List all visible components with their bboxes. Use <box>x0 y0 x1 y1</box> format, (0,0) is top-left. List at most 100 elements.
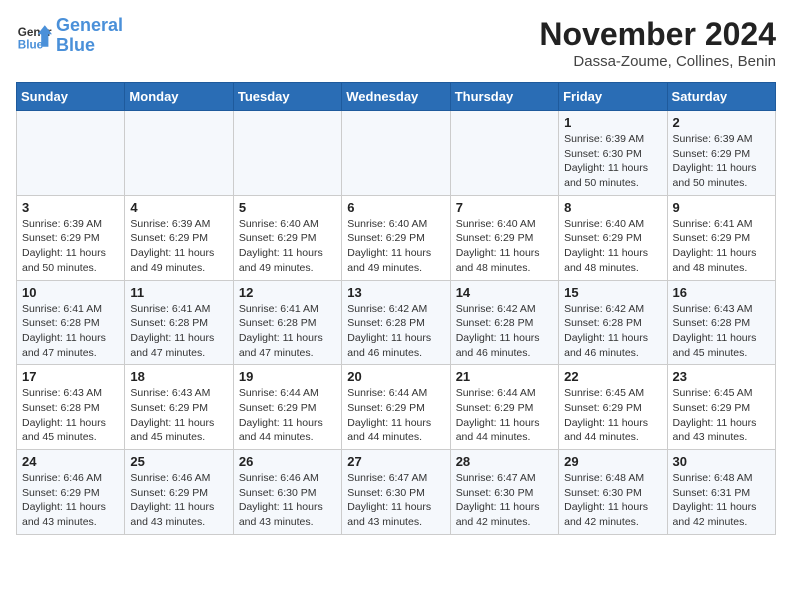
day-info: Sunrise: 6:40 AM Sunset: 6:29 PM Dayligh… <box>347 217 444 276</box>
calendar-cell: 18 Sunrise: 6:43 AM Sunset: 6:29 PM Dayli… <box>125 365 233 450</box>
day-number: 26 <box>239 454 336 469</box>
weekday-header-saturday: Saturday <box>667 83 775 111</box>
day-info: Sunrise: 6:45 AM Sunset: 6:29 PM Dayligh… <box>673 386 770 445</box>
svg-text:Blue: Blue <box>18 38 44 51</box>
day-number: 4 <box>130 200 227 215</box>
logo-icon: General Blue <box>16 18 52 54</box>
day-info: Sunrise: 6:43 AM Sunset: 6:29 PM Dayligh… <box>130 386 227 445</box>
calendar-cell: 9 Sunrise: 6:41 AM Sunset: 6:29 PM Daylig… <box>667 195 775 280</box>
day-number: 18 <box>130 369 227 384</box>
logo-text: General Blue <box>56 16 123 56</box>
calendar-table: SundayMondayTuesdayWednesdayThursdayFrid… <box>16 82 776 535</box>
day-info: Sunrise: 6:40 AM Sunset: 6:29 PM Dayligh… <box>564 217 661 276</box>
day-info: Sunrise: 6:48 AM Sunset: 6:31 PM Dayligh… <box>673 471 770 530</box>
logo-line1: General <box>56 15 123 35</box>
calendar-cell: 2 Sunrise: 6:39 AM Sunset: 6:29 PM Daylig… <box>667 111 775 196</box>
day-info: Sunrise: 6:42 AM Sunset: 6:28 PM Dayligh… <box>347 302 444 361</box>
day-number: 28 <box>456 454 553 469</box>
subtitle: Dassa-Zoume, Collines, Benin <box>539 53 776 70</box>
calendar-cell: 14 Sunrise: 6:42 AM Sunset: 6:28 PM Dayli… <box>450 280 558 365</box>
day-number: 30 <box>673 454 770 469</box>
calendar-cell: 12Sunrise: 6:41 AM Sunset: 6:28 PM Dayli… <box>233 280 341 365</box>
calendar-cell: 26 Sunrise: 6:46 AM Sunset: 6:30 PM Dayli… <box>233 450 341 535</box>
calendar-cell <box>233 111 341 196</box>
day-info: Sunrise: 6:41 AM Sunset: 6:29 PM Dayligh… <box>673 217 770 276</box>
day-info: Sunrise: 6:44 AM Sunset: 6:29 PM Dayligh… <box>456 386 553 445</box>
day-number: 21 <box>456 369 553 384</box>
day-info: Sunrise: 6:40 AM Sunset: 6:29 PM Dayligh… <box>239 217 336 276</box>
calendar-cell: 1Sunrise: 6:39 AM Sunset: 6:30 PM Daylig… <box>559 111 667 196</box>
calendar-cell: 19 Sunrise: 6:44 AM Sunset: 6:29 PM Dayli… <box>233 365 341 450</box>
day-number: 16 <box>673 285 770 300</box>
weekday-header-wednesday: Wednesday <box>342 83 450 111</box>
day-info: Sunrise: 6:46 AM Sunset: 6:30 PM Dayligh… <box>239 471 336 530</box>
day-number: 20 <box>347 369 444 384</box>
day-info: Sunrise: 6:48 AM Sunset: 6:30 PM Dayligh… <box>564 471 661 530</box>
day-number: 9 <box>673 200 770 215</box>
calendar-cell: 16 Sunrise: 6:43 AM Sunset: 6:28 PM Dayli… <box>667 280 775 365</box>
day-info: Sunrise: 6:41 AM Sunset: 6:28 PM Dayligh… <box>239 302 336 361</box>
month-title: November 2024 <box>539 16 776 53</box>
day-info: Sunrise: 6:44 AM Sunset: 6:29 PM Dayligh… <box>347 386 444 445</box>
day-number: 11 <box>130 285 227 300</box>
page-header: General Blue General Blue November 2024 … <box>16 16 776 70</box>
calendar-cell: 15 Sunrise: 6:42 AM Sunset: 6:28 PM Dayli… <box>559 280 667 365</box>
day-info: Sunrise: 6:40 AM Sunset: 6:29 PM Dayligh… <box>456 217 553 276</box>
day-number: 19 <box>239 369 336 384</box>
day-number: 24 <box>22 454 119 469</box>
calendar-cell: 7 Sunrise: 6:40 AM Sunset: 6:29 PM Daylig… <box>450 195 558 280</box>
day-info: Sunrise: 6:43 AM Sunset: 6:28 PM Dayligh… <box>22 386 119 445</box>
calendar-cell: 5Sunrise: 6:40 AM Sunset: 6:29 PM Daylig… <box>233 195 341 280</box>
day-number: 29 <box>564 454 661 469</box>
day-info: Sunrise: 6:43 AM Sunset: 6:28 PM Dayligh… <box>673 302 770 361</box>
day-info: Sunrise: 6:42 AM Sunset: 6:28 PM Dayligh… <box>456 302 553 361</box>
calendar-cell: 30 Sunrise: 6:48 AM Sunset: 6:31 PM Dayli… <box>667 450 775 535</box>
logo-line2: Blue <box>56 35 95 55</box>
calendar-cell: 4Sunrise: 6:39 AM Sunset: 6:29 PM Daylig… <box>125 195 233 280</box>
day-info: Sunrise: 6:45 AM Sunset: 6:29 PM Dayligh… <box>564 386 661 445</box>
calendar-cell: 28Sunrise: 6:47 AM Sunset: 6:30 PM Dayli… <box>450 450 558 535</box>
weekday-header-sunday: Sunday <box>17 83 125 111</box>
day-number: 23 <box>673 369 770 384</box>
weekday-header-friday: Friday <box>559 83 667 111</box>
day-info: Sunrise: 6:39 AM Sunset: 6:30 PM Dayligh… <box>564 132 661 191</box>
calendar-cell <box>125 111 233 196</box>
weekday-header-tuesday: Tuesday <box>233 83 341 111</box>
calendar-cell <box>342 111 450 196</box>
day-number: 14 <box>456 285 553 300</box>
day-info: Sunrise: 6:42 AM Sunset: 6:28 PM Dayligh… <box>564 302 661 361</box>
day-number: 6 <box>347 200 444 215</box>
calendar-cell: 13 Sunrise: 6:42 AM Sunset: 6:28 PM Dayli… <box>342 280 450 365</box>
calendar-cell: 22 Sunrise: 6:45 AM Sunset: 6:29 PM Dayli… <box>559 365 667 450</box>
day-number: 22 <box>564 369 661 384</box>
day-number: 27 <box>347 454 444 469</box>
week-row-5: 24 Sunrise: 6:46 AM Sunset: 6:29 PM Dayli… <box>17 450 776 535</box>
day-number: 7 <box>456 200 553 215</box>
day-info: Sunrise: 6:39 AM Sunset: 6:29 PM Dayligh… <box>22 217 119 276</box>
week-row-3: 10 Sunrise: 6:41 AM Sunset: 6:28 PM Dayli… <box>17 280 776 365</box>
week-row-2: 3 Sunrise: 6:39 AM Sunset: 6:29 PM Daylig… <box>17 195 776 280</box>
calendar-cell: 25 Sunrise: 6:46 AM Sunset: 6:29 PM Dayli… <box>125 450 233 535</box>
calendar-cell: 10Sunrise: 6:41 AM Sunset: 6:28 PM Dayli… <box>17 280 125 365</box>
day-info: Sunrise: 6:41 AM Sunset: 6:28 PM Dayligh… <box>130 302 227 361</box>
week-row-4: 17 Sunrise: 6:43 AM Sunset: 6:28 PM Dayli… <box>17 365 776 450</box>
day-number: 8 <box>564 200 661 215</box>
calendar-cell: 27Sunrise: 6:47 AM Sunset: 6:30 PM Dayli… <box>342 450 450 535</box>
day-number: 10 <box>22 285 119 300</box>
weekday-header-row: SundayMondayTuesdayWednesdayThursdayFrid… <box>17 83 776 111</box>
day-number: 15 <box>564 285 661 300</box>
day-info: Sunrise: 6:39 AM Sunset: 6:29 PM Dayligh… <box>673 132 770 191</box>
calendar-cell: 8 Sunrise: 6:40 AM Sunset: 6:29 PM Daylig… <box>559 195 667 280</box>
day-info: Sunrise: 6:46 AM Sunset: 6:29 PM Dayligh… <box>130 471 227 530</box>
calendar-cell <box>17 111 125 196</box>
day-number: 17 <box>22 369 119 384</box>
day-info: Sunrise: 6:44 AM Sunset: 6:29 PM Dayligh… <box>239 386 336 445</box>
day-number: 13 <box>347 285 444 300</box>
day-number: 25 <box>130 454 227 469</box>
calendar-cell: 24 Sunrise: 6:46 AM Sunset: 6:29 PM Dayli… <box>17 450 125 535</box>
day-number: 2 <box>673 115 770 130</box>
day-info: Sunrise: 6:46 AM Sunset: 6:29 PM Dayligh… <box>22 471 119 530</box>
calendar-cell: 20 Sunrise: 6:44 AM Sunset: 6:29 PM Dayli… <box>342 365 450 450</box>
day-number: 3 <box>22 200 119 215</box>
weekday-header-monday: Monday <box>125 83 233 111</box>
